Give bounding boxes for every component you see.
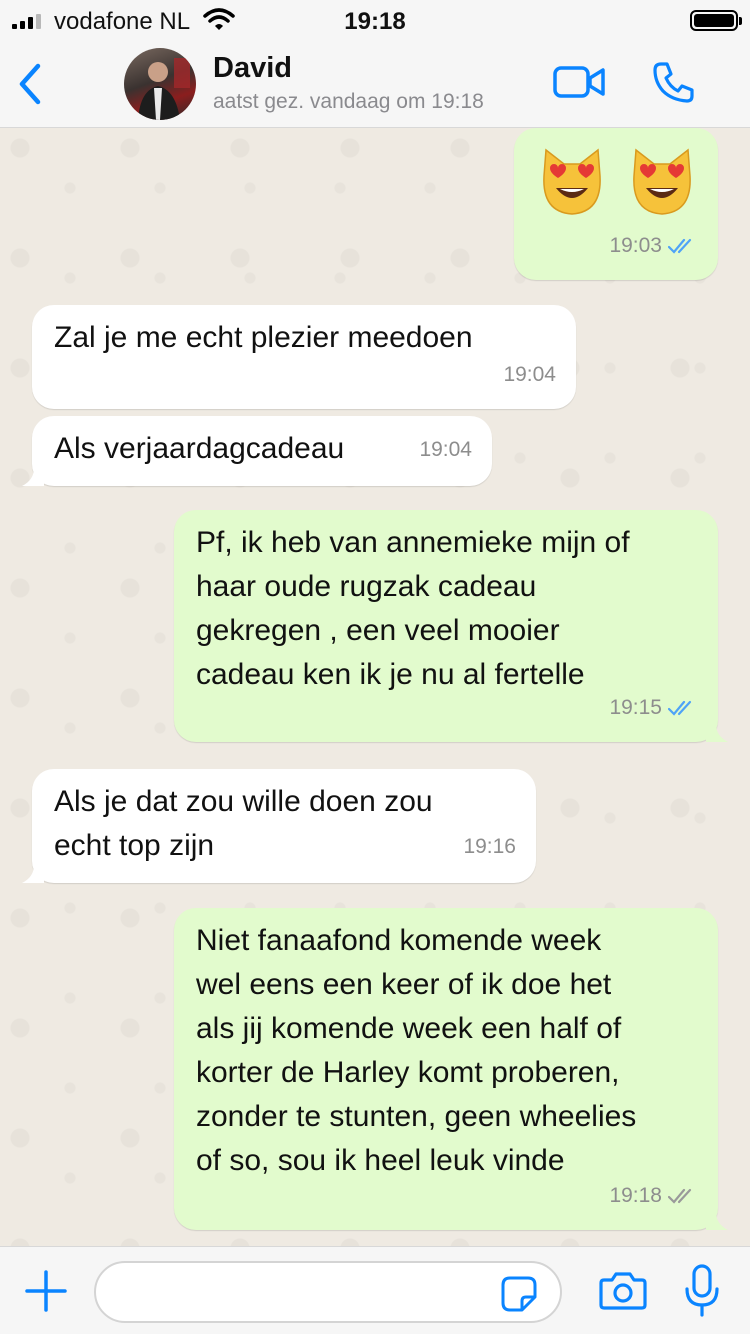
sticker-icon[interactable] [500,1275,538,1313]
double-check-read-icon [668,700,692,716]
microphone-icon[interactable] [684,1263,720,1319]
message-time: 19:16 [463,835,516,858]
message-time: 19:04 [419,438,472,461]
message-meta: 19:16 [463,825,516,869]
contact-name[interactable]: David [213,52,292,85]
bubble-tail [706,724,728,742]
message-bubble-incoming[interactable]: Zal je me echt plezier meedoen 19:04 [32,305,576,409]
chat-header: David aatst gez. vandaag om 19:18 [0,40,750,128]
message-bubble-incoming[interactable]: Als je dat zou wille doen zou echt top z… [22,769,536,883]
message-bubble-outgoing[interactable]: 19:03 [514,128,718,280]
bubble-tail [22,865,44,883]
message-input[interactable] [94,1261,562,1323]
status-clock: 19:18 [344,8,406,35]
battery-icon [690,10,742,31]
message-bubble-outgoing[interactable]: Pf, ik heb van annemieke mijn of haar ou… [174,510,728,742]
bubble-tail [706,1212,728,1230]
message-meta: 19:04 [503,353,556,397]
emoji-message [536,146,698,218]
message-time: 19:15 [609,696,662,719]
double-check-read-icon [668,238,692,254]
message-meta: 19:18 [609,1174,698,1218]
last-seen-status: aatst gez. vandaag om 19:18 [213,90,484,113]
phone-icon[interactable] [652,60,696,104]
message-meta: 19:03 [609,224,698,268]
camera-icon[interactable] [598,1271,648,1311]
message-text: Niet fanaafond komende week wel eens een… [196,924,637,1177]
message-text: Zal je me echt plezier meedoen [54,321,473,354]
avatar[interactable] [124,48,196,120]
double-check-delivered-icon [668,1188,692,1204]
message-meta: 19:15 [609,686,698,730]
plus-icon[interactable] [24,1269,68,1313]
message-list[interactable]: 19:03 Zal je me echt plezier meedoen 19:… [0,128,750,1246]
message-time: 19:18 [609,1184,662,1207]
heart-eyes-cat-emoji-icon [543,148,601,215]
message-meta: 19:04 [419,428,472,472]
message-time: 19:03 [609,234,662,257]
bubble-tail [22,468,44,486]
heart-eyes-cat-emoji-icon [633,148,691,215]
status-bar: vodafone NL 19:18 [0,0,750,40]
chevron-left-icon[interactable] [14,62,48,106]
message-bubble-incoming[interactable]: Als verjaardagcadeau 19:04 [22,416,492,486]
message-time: 19:04 [503,363,556,386]
avatar-photo [138,58,190,120]
message-bubble-outgoing[interactable]: Niet fanaafond komende week wel eens een… [174,908,728,1230]
composer-bar [0,1246,750,1334]
video-camera-icon[interactable] [552,62,606,102]
message-text: Als je dat zou wille doen zou echt top z… [54,785,433,862]
message-text: Pf, ik heb van annemieke mijn of haar ou… [196,526,630,691]
message-text: Als verjaardagcadeau [54,432,345,465]
